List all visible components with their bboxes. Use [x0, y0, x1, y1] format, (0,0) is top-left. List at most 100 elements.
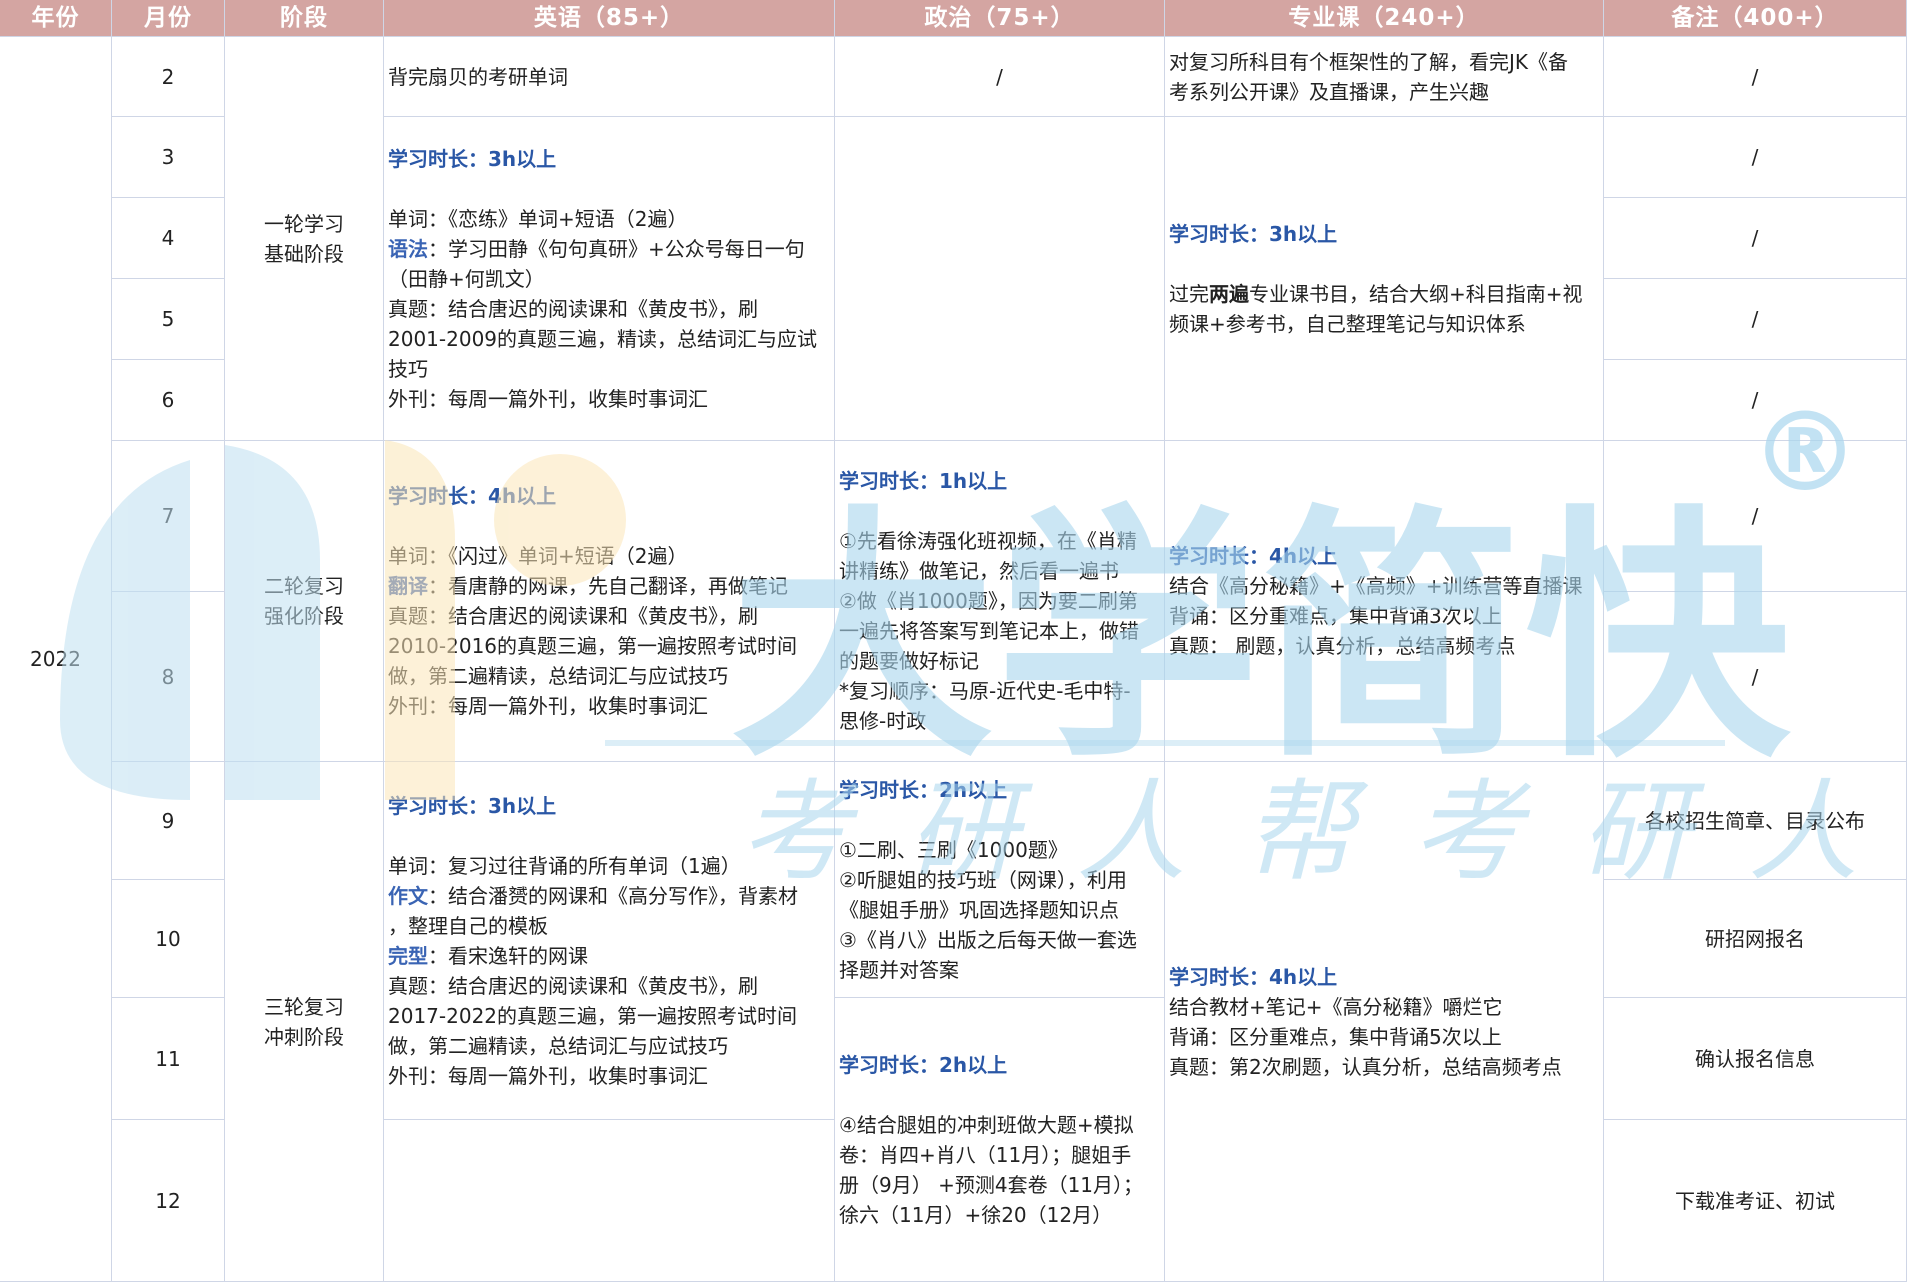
month-cell[interactable]: 7 — [112, 441, 225, 592]
notes-cell[interactable]: / — [1604, 441, 1907, 592]
cell-text: 真题：结合唐迟的阅读课和《黄皮书》，刷 — [388, 604, 758, 628]
cell-text: 2010-2016的真题三遍，第一遍按照考试时间 — [388, 634, 798, 658]
header-stage[interactable]: 阶段 — [225, 0, 384, 37]
cell-text: ：看宋逸轩的网课 — [428, 943, 588, 968]
notes-cell[interactable]: 确认报名信息 — [1604, 998, 1907, 1120]
cell-text: / — [1751, 226, 1759, 250]
cell-text: ，整理自己的模板 — [388, 913, 548, 938]
politics-round2[interactable]: 学习时长：1h以上 ①先看徐涛强化班视频，在《肖精 讲精练》做笔记，然后看一遍书… — [835, 441, 1165, 762]
cell-text: 真题：结合唐迟的阅读课和《黄皮书》，刷 — [388, 973, 758, 998]
cell-text: 专业课书目，结合大纲+科目指南+视 — [1249, 281, 1583, 306]
header-major[interactable]: 专业课（240+） — [1165, 0, 1604, 37]
month-cell[interactable]: 2 — [112, 37, 225, 117]
stage-basic[interactable]: 一轮学习 基础阶段 — [225, 37, 384, 441]
stage-label: 三轮复习 — [264, 994, 344, 1019]
month-cell[interactable]: 5 — [112, 279, 225, 360]
cell-text: / — [1751, 145, 1759, 169]
politics-feb[interactable]: / — [835, 37, 1165, 117]
header-english[interactable]: 英语（85+） — [384, 0, 835, 37]
cell-text: / — [1751, 64, 1759, 89]
cell-text: ③《肖八》出版之后每天做一套选 — [839, 927, 1137, 952]
cell-text: ②听腿姐的技巧班（网课），利用 — [839, 867, 1127, 892]
major-feb[interactable]: 对复习所科目有个框架性的了解，看完JK《备 考系列公开课》及直播课，产生兴趣 — [1165, 37, 1604, 117]
grammar-keyword: 语法 — [388, 236, 428, 261]
cell-text: 背诵：区分重难点，集中背诵3次以上 — [1169, 604, 1502, 628]
month-cell[interactable]: 8 — [112, 592, 225, 762]
notes-cell[interactable]: / — [1604, 592, 1907, 762]
month-cell[interactable]: 6 — [112, 360, 225, 441]
header-notes[interactable]: 备注（400+） — [1604, 0, 1907, 37]
month-value: 10 — [155, 926, 181, 951]
cell-text: 单词：《闪过》单词+短语（2遍） — [388, 544, 688, 568]
year-cell[interactable]: 2022 — [0, 37, 112, 1282]
cell-text: 外刊：每周一篇外刊，收集时事词汇 — [388, 386, 708, 411]
cell-text: 《腿姐手册》巩固选择题知识点 — [839, 897, 1119, 922]
month-value: 6 — [161, 388, 175, 412]
year-value: 2022 — [30, 647, 81, 671]
month-cell[interactable]: 9 — [112, 762, 225, 880]
month-value: 2 — [161, 64, 175, 89]
stage-sprint[interactable]: 三轮复习 冲刺阶段 — [225, 762, 384, 1282]
cell-text: 2017-2022的真题三遍，第一遍按照考试时间 — [388, 1003, 798, 1028]
cell-text: 徐六（11月）+徐20（12月） — [839, 1202, 1113, 1227]
notes-cell[interactable]: 下载准考证、初试 — [1604, 1120, 1907, 1282]
english-dec[interactable] — [384, 1120, 835, 1282]
english-feb[interactable]: 背完扇贝的考研单词 — [384, 37, 835, 117]
month-value: 8 — [161, 664, 175, 689]
notes-cell[interactable]: / — [1604, 198, 1907, 279]
cell-text: 的题要做好标记 — [839, 649, 979, 673]
cell-text: / — [1751, 504, 1759, 528]
cell-text: 对复习所科目有个框架性的了解，看完JK《备 — [1169, 49, 1569, 74]
notes-cell[interactable]: / — [1604, 37, 1907, 117]
notes-cell[interactable]: / — [1604, 117, 1907, 198]
cell-text: 过完 — [1169, 281, 1209, 306]
notes-cell[interactable]: / — [1604, 360, 1907, 441]
month-cell[interactable]: 12 — [112, 1120, 225, 1282]
header-month[interactable]: 月份 — [112, 0, 225, 37]
notes-cell[interactable]: 研招网报名 — [1604, 880, 1907, 998]
english-round1[interactable]: 学习时长：3h以上 单词：《恋练》单词+短语（2遍） 语法：学习田静《句句真研》… — [384, 117, 835, 441]
notes-cell[interactable]: 各校招生简章、目录公布 — [1604, 762, 1907, 880]
cell-text: 外刊：每周一篇外刊，收集时事词汇 — [388, 694, 708, 718]
cell-text: 单词：复习过往背诵的所有单词（1遍） — [388, 853, 741, 878]
month-value: 11 — [155, 1046, 181, 1071]
english-round2[interactable]: 学习时长：4h以上 单词：《闪过》单词+短语（2遍） 翻译：看唐静的网课，先自己… — [384, 441, 835, 762]
major-round2[interactable]: 学习时长：4h以上 结合《高分秘籍》+《高频》+训练营等直播课 背诵：区分重难点… — [1165, 441, 1604, 762]
month-cell[interactable]: 4 — [112, 198, 225, 279]
stage-intensive[interactable]: 二轮复习 强化阶段 — [225, 441, 384, 762]
month-value: 7 — [161, 504, 175, 528]
month-value: 4 — [161, 226, 175, 250]
month-cell[interactable]: 3 — [112, 117, 225, 198]
cell-text: / — [1751, 388, 1759, 412]
cell-text: 结合教材+笔记+《高分秘籍》嚼烂它 — [1169, 994, 1503, 1019]
major-round3[interactable]: 学习时长：4h以上 结合教材+笔记+《高分秘籍》嚼烂它 背诵：区分重难点，集中背… — [1165, 762, 1604, 1282]
cell-text: 频课+参考书，自己整理笔记与知识体系 — [1169, 311, 1526, 336]
cell-text: ②做《肖1000题》，因为要二刷第 — [839, 589, 1138, 613]
cell-text: 做，第二遍精读，总结词汇与应试技巧 — [388, 664, 728, 688]
month-cell[interactable]: 10 — [112, 880, 225, 998]
cell-text: ：结合潘赟的网课和《高分写作》，背素材 — [428, 883, 798, 908]
month-cell[interactable]: 11 — [112, 998, 225, 1120]
cell-text: 背诵：区分重难点，集中背诵5次以上 — [1169, 1024, 1502, 1049]
politics-round3b[interactable]: 学习时长：2h以上 ④结合腿姐的冲刺班做大题+模拟 卷：肖四+肖八（11月）；腿… — [835, 998, 1165, 1282]
emphasis-text: 两遍 — [1209, 281, 1249, 306]
month-value: 9 — [161, 808, 175, 833]
cell-text: *复习顺序：马原-近代史-毛中特- — [839, 679, 1131, 703]
notes-cell[interactable]: / — [1604, 279, 1907, 360]
cell-text: 卷：肖四+肖八（11月）；腿姐手 — [839, 1142, 1132, 1167]
major-round1[interactable]: 学习时长：3h以上 过完两遍专业课书目，结合大纲+科目指南+视 频课+参考书，自… — [1165, 117, 1604, 441]
study-duration: 学习时长：4h以上 — [1169, 964, 1338, 989]
month-value: 12 — [155, 1188, 181, 1213]
cell-text: 研招网报名 — [1705, 926, 1805, 951]
cell-text: 一遍先将答案写到笔记本上，做错 — [839, 619, 1139, 643]
cloze-keyword: 完型 — [388, 943, 428, 968]
cell-text: 做，第二遍精读，总结词汇与应试技巧 — [388, 1033, 728, 1058]
politics-round1-empty[interactable] — [835, 117, 1165, 441]
english-round3[interactable]: 学习时长：3h以上 单词：复习过往背诵的所有单词（1遍） 作文：结合潘赟的网课和… — [384, 762, 835, 1120]
study-duration: 学习时长：4h以上 — [1169, 544, 1338, 568]
header-year[interactable]: 年份 — [0, 0, 112, 37]
cell-text: ①二刷、三刷《1000题》 — [839, 837, 1068, 862]
stage-label: 冲刺阶段 — [264, 1024, 344, 1049]
header-politics[interactable]: 政治（75+） — [835, 0, 1165, 37]
politics-round3a[interactable]: 学习时长：2h以上 ①二刷、三刷《1000题》 ②听腿姐的技巧班（网课），利用 … — [835, 762, 1165, 998]
